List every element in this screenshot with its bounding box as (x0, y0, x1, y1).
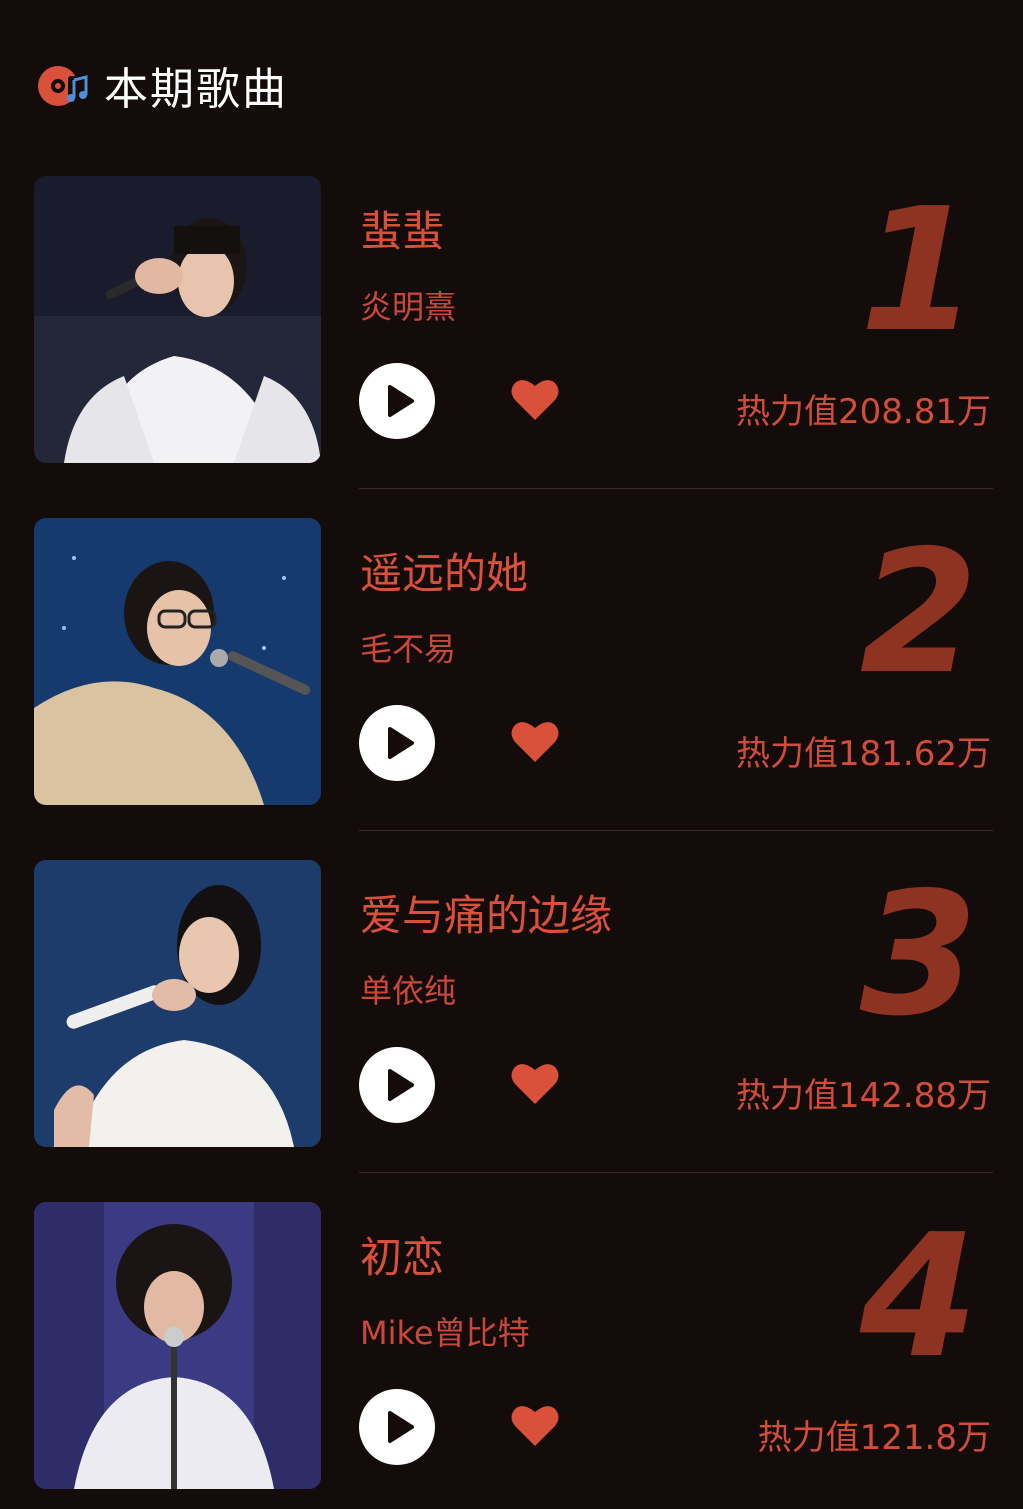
play-button[interactable] (359, 1389, 435, 1465)
rank-number: 2 (859, 514, 978, 712)
cover-image[interactable] (34, 518, 321, 805)
play-icon (388, 727, 414, 759)
divider (359, 1172, 993, 1173)
rank-number: 1 (859, 172, 978, 370)
cover-image[interactable] (34, 1202, 321, 1489)
song-item[interactable]: 蜚蜚 炎明熹 1 热力值208.81万 (0, 172, 1023, 489)
heart-icon[interactable] (510, 376, 560, 422)
divider (359, 830, 993, 831)
heat-value: 热力值208.81万 (736, 392, 991, 432)
song-title: 蜚蜚 (360, 207, 445, 256)
heart-icon[interactable] (510, 1060, 560, 1106)
music-disc-icon (38, 66, 88, 106)
play-button[interactable] (359, 705, 435, 781)
artist-name: 单依纯 (360, 972, 457, 1010)
play-button[interactable] (359, 1047, 435, 1123)
heart-icon[interactable] (510, 718, 560, 764)
page-title: 本期歌曲 (104, 64, 288, 115)
heat-value: 热力值181.62万 (736, 734, 991, 774)
play-icon (388, 1411, 414, 1443)
song-title: 初恋 (360, 1233, 445, 1282)
heat-value: 热力值121.8万 (757, 1418, 991, 1458)
song-title: 遥远的她 (360, 549, 529, 598)
play-button[interactable] (359, 363, 435, 439)
play-icon (388, 385, 414, 417)
heart-icon[interactable] (510, 1402, 560, 1448)
play-icon (388, 1069, 414, 1101)
cover-image[interactable] (34, 860, 321, 1147)
song-item[interactable]: 遥远的她 毛不易 2 热力值181.62万 (0, 514, 1023, 831)
artist-name: 毛不易 (360, 630, 457, 668)
rank-number: 3 (859, 856, 978, 1054)
rank-number: 4 (859, 1198, 978, 1396)
song-title: 爱与痛的边缘 (360, 891, 613, 940)
divider (359, 488, 993, 489)
song-item[interactable]: 初恋 Mike曾比特 4 热力值121.8万 (0, 1202, 1023, 1492)
artist-name: Mike曾比特 (360, 1314, 530, 1352)
cover-image[interactable] (34, 176, 321, 463)
artist-name: 炎明熹 (360, 288, 457, 326)
section-header: 本期歌曲 (34, 50, 288, 120)
song-item[interactable]: 爱与痛的边缘 单依纯 3 热力值142.88万 (0, 856, 1023, 1173)
heat-value: 热力值142.88万 (736, 1076, 991, 1116)
